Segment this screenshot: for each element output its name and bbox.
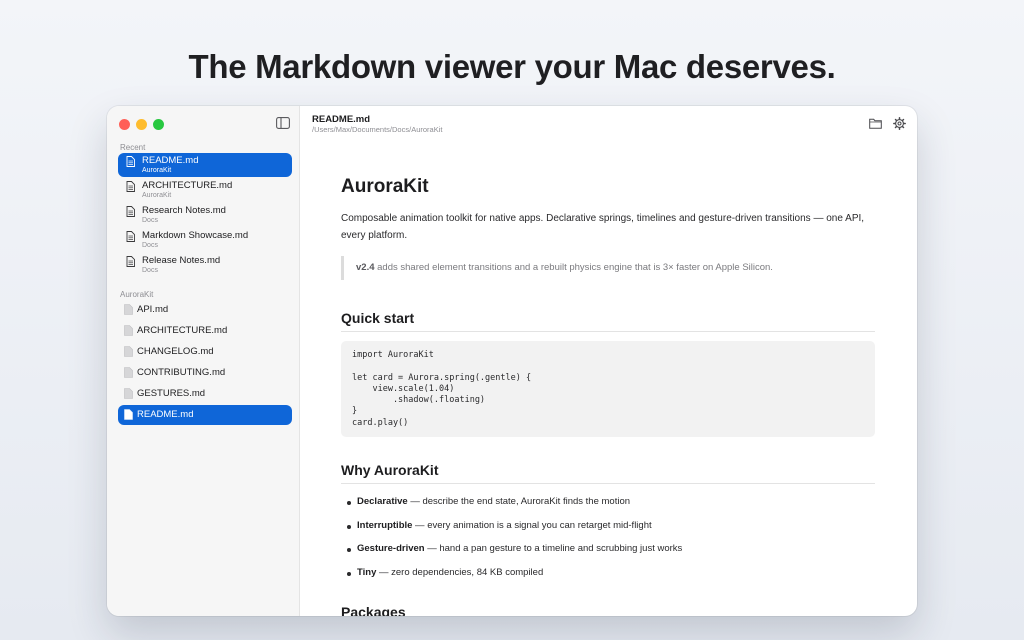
- intro-paragraph: Composable animation toolkit for native …: [341, 213, 865, 241]
- file-item-architecture[interactable]: ARCHITECTURE.md: [118, 321, 292, 341]
- recent-item-folder: Docs: [142, 217, 158, 224]
- recent-item-folder: AuroraKit: [142, 192, 172, 199]
- recent-item-readme[interactable]: README.md AuroraKit: [118, 153, 292, 177]
- minimize-window-button[interactable]: [136, 119, 147, 130]
- sidebar: Recent README.md AuroraKit ARCHITECTURE.…: [107, 106, 300, 616]
- blockquote: v2.4 adds shared element transitions and…: [341, 256, 875, 280]
- quick-start-heading: Quick start: [341, 310, 415, 326]
- list-item-text: — every animation is a signal you can re…: [412, 520, 652, 531]
- list-item-term: Gesture-driven: [357, 543, 425, 554]
- version-text: v2.4: [356, 262, 375, 273]
- project-section-label: AuroraKit: [120, 290, 154, 299]
- file-icon: [124, 325, 133, 336]
- file-item-gestures[interactable]: GESTURES.md: [118, 384, 292, 404]
- document-icon: [126, 256, 135, 267]
- recent-item-name: Markdown Showcase.md: [142, 230, 249, 241]
- list-item-term: Declarative: [357, 496, 408, 507]
- recent-item-folder: Docs: [142, 267, 158, 274]
- bullet-dot: [347, 501, 351, 505]
- bullet-dot: [347, 525, 351, 529]
- file-item-changelog[interactable]: CHANGELOG.md: [118, 342, 292, 362]
- close-window-button[interactable]: [119, 119, 130, 130]
- recent-section-label: Recent: [120, 143, 146, 152]
- document-icon: [126, 181, 135, 192]
- document-icon: [126, 206, 135, 217]
- file-item-name: CONTRIBUTING.md: [137, 367, 226, 378]
- file-item-name: CHANGELOG.md: [137, 346, 214, 357]
- file-icon: [124, 409, 133, 420]
- app-window: Recent README.md AuroraKit ARCHITECTURE.…: [107, 106, 917, 616]
- document-path: /Users/Max/Documents/Docs/AuroraKit: [312, 125, 443, 134]
- recent-item-folder: Docs: [142, 242, 158, 249]
- recent-item-folder: AuroraKit: [142, 167, 172, 174]
- list-item-term: Tiny: [357, 567, 377, 578]
- bullet-dot: [347, 572, 351, 576]
- blockquote-rest: adds shared element transitions and a re…: [374, 262, 773, 273]
- file-item-name: API.md: [137, 304, 169, 315]
- document-title: README.md: [312, 114, 371, 125]
- recent-item-name: ARCHITECTURE.md: [142, 180, 233, 191]
- code-text: import AuroraKit let card = Aurora.sprin…: [352, 350, 532, 428]
- recent-item-name: Research Notes.md: [142, 205, 226, 216]
- gear-icon: [892, 116, 906, 130]
- file-item-name: ARCHITECTURE.md: [137, 325, 228, 336]
- file-item-readme[interactable]: README.md: [118, 405, 292, 425]
- recent-item-release-notes[interactable]: Release Notes.md Docs: [118, 253, 292, 277]
- list-item-term: Interruptible: [357, 520, 413, 531]
- settings-button[interactable]: [889, 113, 909, 133]
- file-icon: [124, 346, 133, 357]
- file-item-name: GESTURES.md: [137, 388, 206, 399]
- file-icon: [124, 388, 133, 399]
- packages-heading: Packages: [341, 604, 406, 616]
- code-block: import AuroraKit let card = Aurora.sprin…: [341, 341, 875, 437]
- why-heading: Why AuroraKit: [341, 462, 439, 478]
- window-controls: [119, 119, 164, 130]
- recent-item-name: Release Notes.md: [142, 255, 221, 266]
- recent-item-markdown-showcase[interactable]: Markdown Showcase.md Docs: [118, 228, 292, 252]
- list-item-text: — zero dependencies, 84 KB compiled: [376, 567, 544, 578]
- recent-item-architecture[interactable]: ARCHITECTURE.md AuroraKit: [118, 178, 292, 202]
- file-icon: [124, 304, 133, 315]
- folder-icon: [868, 118, 882, 129]
- list-item-text: — hand a pan gesture to a timeline and s…: [424, 543, 683, 554]
- document-icon: [126, 231, 135, 242]
- file-item-contributing[interactable]: CONTRIBUTING.md: [118, 363, 292, 383]
- recent-item-research-notes[interactable]: Research Notes.md Docs: [118, 203, 292, 227]
- file-icon: [124, 367, 133, 378]
- list-item-text: — describe the end state, AuroraKit find…: [407, 496, 631, 507]
- file-item-name: README.md: [137, 409, 194, 420]
- hero-title: The Markdown viewer your Mac deserves.: [188, 48, 836, 85]
- recent-item-name: README.md: [142, 155, 199, 166]
- document-heading: AuroraKit: [341, 176, 429, 197]
- open-folder-button[interactable]: [865, 113, 885, 133]
- file-item-api[interactable]: API.md: [118, 300, 292, 320]
- blockquote-text: v2.4 adds shared element transitions and…: [356, 262, 773, 273]
- bullet-dot: [347, 548, 351, 552]
- sidebar-toggle-icon[interactable]: [276, 117, 290, 129]
- heading-divider: [341, 331, 875, 332]
- document-icon: [126, 156, 135, 167]
- heading-divider: [341, 483, 875, 484]
- zoom-window-button[interactable]: [153, 119, 164, 130]
